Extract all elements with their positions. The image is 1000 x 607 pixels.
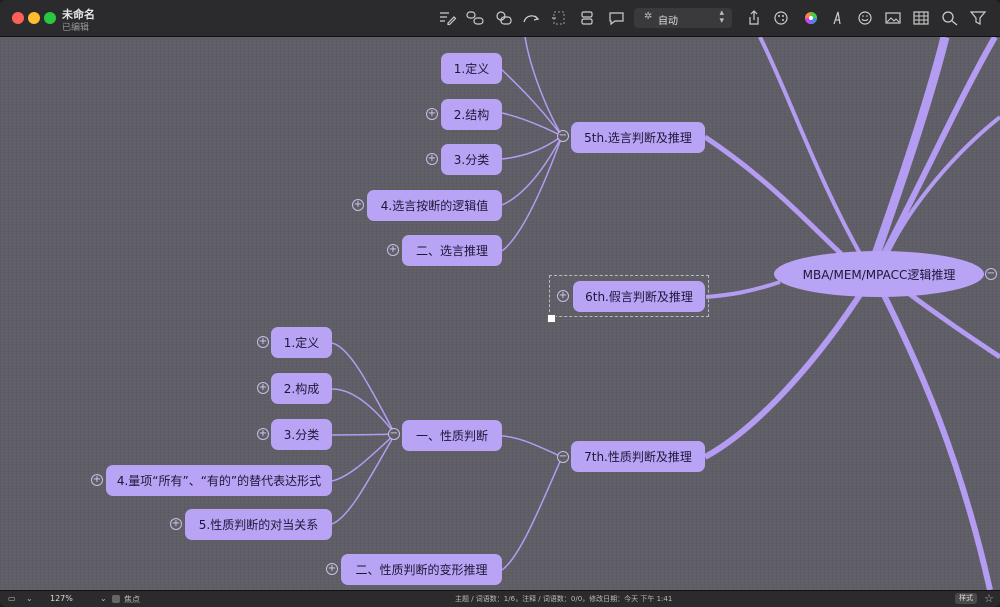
zoom-level[interactable]: 127% [50,594,73,603]
app-window: 未命名 已编辑 ✲ 自动 ▴ ▾ MBA/MEM/MPACC逻辑推理 − 5th… [0,0,1000,607]
color-wheel-icon[interactable] [801,9,821,27]
status-bar: ▭ ⌄ 127% ⌄ 焦点 主题 / 词语数：1/6，注释 / 词语数：0/0，… [0,590,1000,607]
topic-branch-6[interactable]: 6th.假言判断及推理 [573,281,705,312]
topic-b7-sub-2[interactable]: 二、性质判断的变形推理 [341,554,502,585]
topic-b7-child-1[interactable]: 1.定义 [271,327,332,358]
minimize-window-button[interactable] [28,12,40,24]
title-bar: 未命名 已编辑 ✲ 自动 ▴ ▾ [0,0,1000,37]
collapse-root-icon[interactable]: − [985,268,997,280]
expand-plus-icon[interactable]: + [91,474,103,486]
focus-label: 焦点 [124,595,140,604]
boundary-icon[interactable] [494,9,514,27]
topic-b5-child-1[interactable]: 1.定义 [441,53,502,84]
mindmap-canvas[interactable]: MBA/MEM/MPACC逻辑推理 − 5th.选言判断及推理 − 1.定义 2… [0,37,1000,590]
share-icon[interactable] [744,9,764,27]
expand-plus-icon[interactable]: + [257,428,269,440]
maximize-window-button[interactable] [44,12,56,24]
collapse-branch-5-icon[interactable]: − [557,130,569,142]
note-icon[interactable] [437,9,457,27]
expand-plus-icon[interactable]: + [387,244,399,256]
topic-branch-7[interactable]: 7th.性质判断及推理 [571,441,705,472]
document-stats: 主题 / 词语数：1/6，注释 / 词语数：0/0，修改日期：今天 下午 1:4… [455,595,673,603]
expand-plus-icon[interactable]: + [257,382,269,394]
expand-plus-icon[interactable]: + [557,290,569,302]
layout-icon: ✲ [644,11,653,22]
topic-branch-5[interactable]: 5th.选言判断及推理 [571,122,705,153]
expand-plus-icon[interactable]: + [257,336,269,348]
relationship-icon[interactable] [465,9,485,27]
document-status: 已编辑 [62,23,90,33]
topic-b7-child-4[interactable]: 4.量项“所有”、“有的”的替代表达形式 [106,465,332,496]
resize-handle[interactable] [547,314,556,323]
zoom-chevron-icon[interactable]: ⌄ [100,594,107,603]
topic-b5-child-5[interactable]: 二、选言推理 [402,235,502,266]
summary-icon[interactable] [549,9,569,27]
layout-value: 自动 [658,16,678,27]
layout-dropdown[interactable]: ✲ 自动 ▴ ▾ [634,8,732,28]
search-icon[interactable] [940,9,960,27]
topic-b5-child-4[interactable]: 4.选言按断的逻辑值 [367,190,502,221]
palette-icon[interactable] [771,9,791,27]
topic-b7-child-2[interactable]: 2.构成 [271,373,332,404]
star-icon[interactable]: ☆ [984,592,994,605]
collapse-sub-1-icon[interactable]: − [388,428,400,440]
font-icon[interactable] [827,9,847,27]
expand-plus-icon[interactable]: + [170,518,182,530]
insert-topic-icon[interactable] [578,9,598,27]
close-window-button[interactable] [12,12,24,24]
focus-checkbox[interactable] [112,595,120,603]
filter-icon[interactable] [968,9,988,27]
image-icon[interactable] [883,9,903,27]
updown-chevron-icon: ▴ ▾ [719,8,724,26]
expand-plus-icon[interactable]: + [426,108,438,120]
emoji-icon[interactable] [855,9,875,27]
root-topic[interactable]: MBA/MEM/MPACC逻辑推理 [774,251,984,297]
expand-plus-icon[interactable]: + [426,153,438,165]
topic-b5-child-3[interactable]: 3.分类 [441,144,502,175]
topic-b7-child-5[interactable]: 5.性质判断的对当关系 [185,509,332,540]
expand-plus-icon[interactable]: + [326,563,338,575]
expand-plus-icon[interactable]: + [352,199,364,211]
style-button[interactable]: 样式 [955,593,977,604]
collapse-branch-7-icon[interactable]: − [557,451,569,463]
topic-b7-child-3[interactable]: 3.分类 [271,419,332,450]
comment-icon[interactable] [607,9,627,27]
topic-b5-child-2[interactable]: 2.结构 [441,99,502,130]
topic-b7-sub-1[interactable]: 一、性质判断 [402,420,502,451]
sidebar-toggle-icon[interactable]: ▭ [8,594,16,603]
redo-icon[interactable] [521,9,541,27]
chevron-down-icon[interactable]: ⌄ [26,594,33,603]
table-icon[interactable] [911,9,931,27]
